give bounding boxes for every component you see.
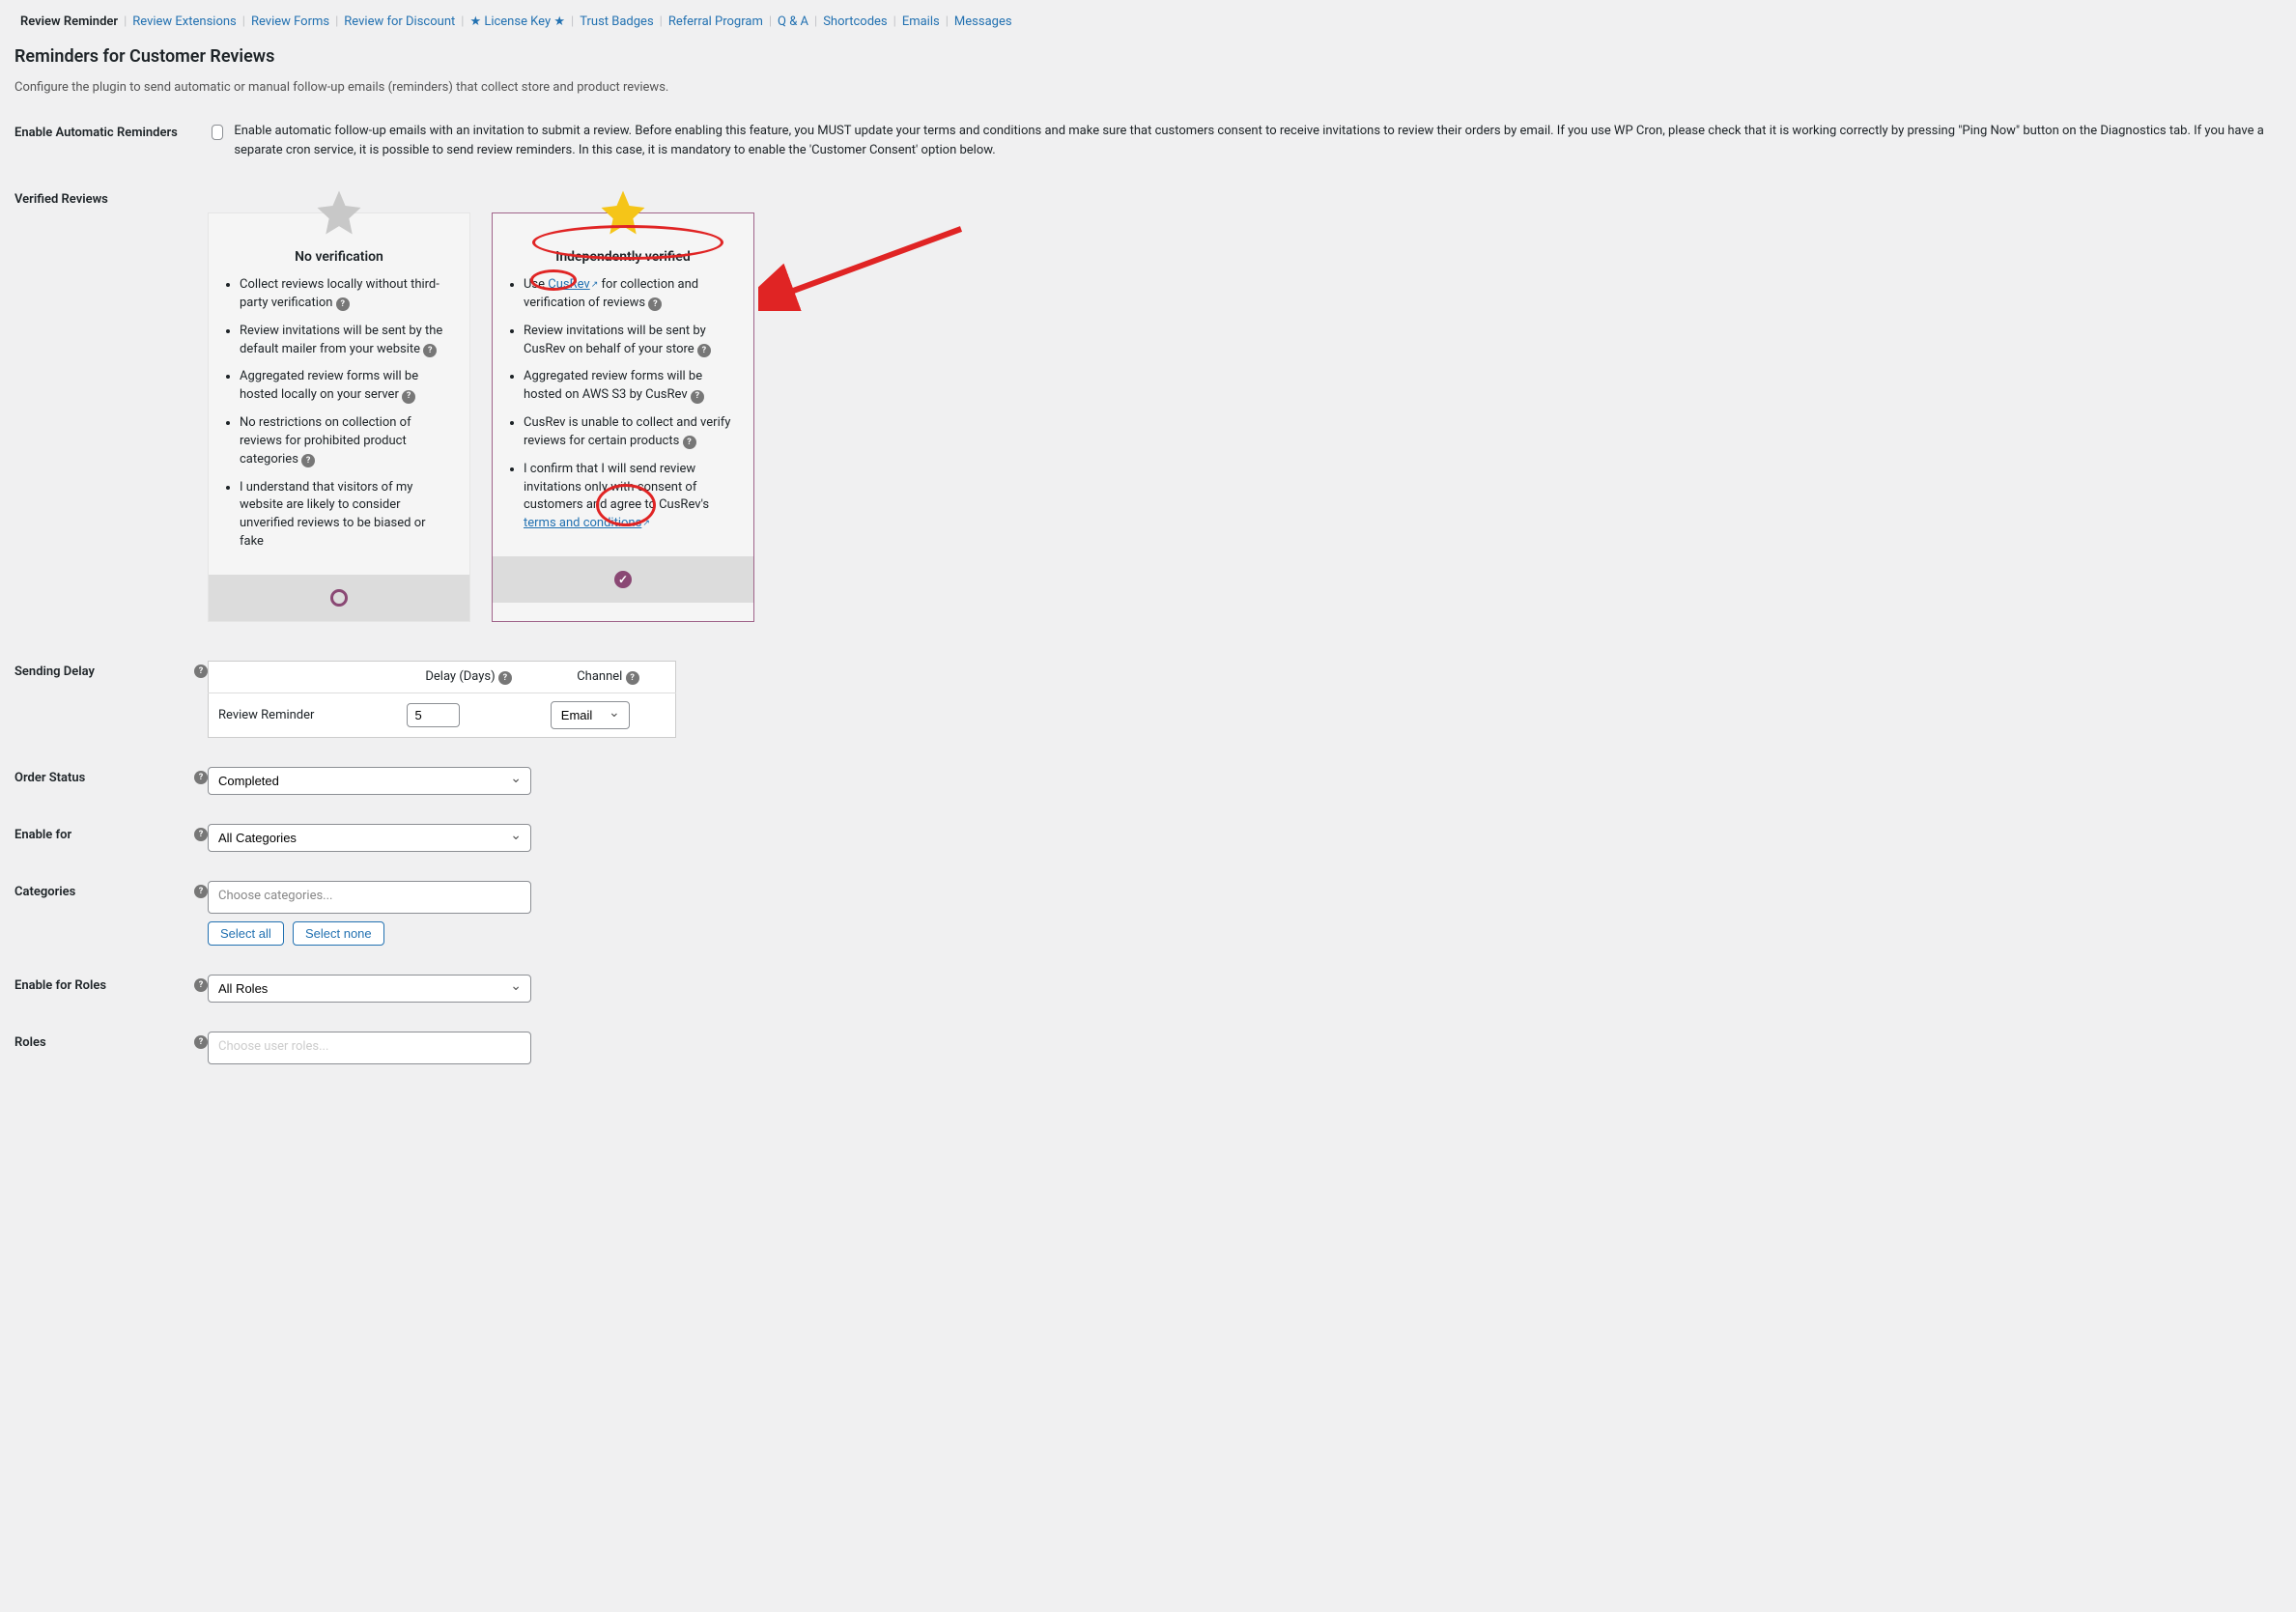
card-a-title: No verification (209, 249, 469, 265)
tab-license-key[interactable]: ★ License Key ★ (464, 14, 571, 29)
tab-referral-program[interactable]: Referral Program (663, 14, 769, 29)
enable-for-select[interactable]: All Categories (208, 824, 531, 852)
enable-reminders-text: Enable automatic follow-up emails with a… (234, 122, 2296, 159)
enable-roles-label: Enable for Roles (14, 978, 106, 993)
card-b-item: Review invitations will be sent by CusRe… (524, 323, 736, 359)
enable-reminders-label: Enable Automatic Reminders (14, 122, 208, 140)
verified-reviews-label: Verified Reviews (14, 188, 208, 207)
categories-multiselect[interactable]: Choose categories... (208, 881, 531, 914)
tab-review-reminder[interactable]: Review Reminder (14, 14, 124, 29)
card-b-item: I confirm that I will send review invita… (524, 461, 736, 533)
tab-shortcodes[interactable]: Shortcodes (817, 14, 893, 29)
terms-link[interactable]: terms and conditions (524, 516, 641, 530)
enable-reminders-checkbox[interactable] (212, 125, 223, 140)
channel-select[interactable]: Email (551, 701, 630, 729)
tab-messages[interactable]: Messages (949, 14, 1018, 29)
help-icon[interactable]: ? (194, 828, 208, 841)
help-icon[interactable]: ? (683, 436, 696, 449)
tab-review-extensions[interactable]: Review Extensions (127, 14, 242, 29)
card-a-item: Collect reviews locally without third-pa… (240, 276, 452, 313)
help-icon[interactable]: ? (402, 390, 415, 404)
card-b-item: CusRev is unable to collect and verify r… (524, 414, 736, 451)
table-row: Review Reminder Email (209, 693, 676, 737)
delay-col-label: Delay (Days) (425, 669, 495, 684)
cusrev-link[interactable]: CusRev (548, 277, 589, 292)
help-icon[interactable]: ? (691, 390, 704, 404)
card-independently-verified[interactable]: Independently verified Use CusRev↗ for c… (492, 212, 754, 622)
card-a-item: Aggregated review forms will be hosted l… (240, 368, 452, 405)
external-link-icon: ↗ (642, 518, 650, 530)
select-none-button[interactable]: Select none (293, 921, 384, 946)
delay-row-name: Review Reminder (209, 693, 397, 737)
help-icon[interactable]: ? (194, 885, 208, 898)
help-icon[interactable]: ? (194, 978, 208, 992)
roles-label: Roles (14, 1035, 46, 1050)
card-b-title: Independently verified (493, 249, 753, 265)
help-icon[interactable]: ? (498, 671, 512, 685)
page-title: Reminders for Customer Reviews (14, 46, 2296, 67)
help-icon[interactable]: ? (336, 297, 350, 311)
page-description: Configure the plugin to send automatic o… (14, 80, 2296, 95)
tab-emails[interactable]: Emails (896, 14, 946, 29)
help-icon[interactable]: ? (648, 297, 662, 311)
channel-col-label: Channel (577, 669, 622, 684)
tabs-nav: Review Reminder| Review Extensions| Revi… (14, 14, 2296, 29)
help-icon[interactable]: ? (626, 671, 639, 685)
card-a-radio[interactable] (330, 589, 348, 607)
sending-delay-label: Sending Delay (14, 665, 95, 679)
enable-roles-select[interactable]: All Roles (208, 975, 531, 1003)
card-no-verification[interactable]: No verification Collect reviews locally … (208, 212, 470, 622)
order-status-select[interactable]: Completed (208, 767, 531, 795)
star-gray-icon (313, 186, 365, 242)
card-b-radio[interactable] (614, 571, 632, 588)
help-icon[interactable]: ? (194, 771, 208, 784)
categories-label: Categories (14, 885, 75, 899)
card-a-item: No restrictions on collection of reviews… (240, 414, 452, 469)
help-icon[interactable]: ? (697, 344, 711, 357)
star-gold-icon (597, 186, 649, 242)
select-all-button[interactable]: Select all (208, 921, 284, 946)
help-icon[interactable]: ? (423, 344, 437, 357)
tab-qa[interactable]: Q & A (772, 14, 814, 29)
delay-table: Delay (Days) ? Channel ? Review Reminder… (208, 661, 676, 738)
tab-review-discount[interactable]: Review for Discount (338, 14, 461, 29)
external-link-icon: ↗ (591, 279, 599, 292)
delay-days-input[interactable] (407, 703, 460, 727)
order-status-label: Order Status (14, 771, 85, 785)
help-icon[interactable]: ? (301, 454, 315, 467)
roles-multiselect[interactable]: Choose user roles... (208, 1032, 531, 1064)
card-b-item: Aggregated review forms will be hosted o… (524, 368, 736, 405)
tab-review-forms[interactable]: Review Forms (245, 14, 335, 29)
tab-trust-badges[interactable]: Trust Badges (574, 14, 659, 29)
help-icon[interactable]: ? (194, 665, 208, 678)
card-a-item: I understand that visitors of my website… (240, 479, 452, 551)
help-icon[interactable]: ? (194, 1035, 208, 1049)
enable-for-label: Enable for (14, 828, 71, 842)
card-b-item: Use CusRev↗ for collection and verificat… (524, 276, 736, 313)
card-a-item: Review invitations will be sent by the d… (240, 323, 452, 359)
